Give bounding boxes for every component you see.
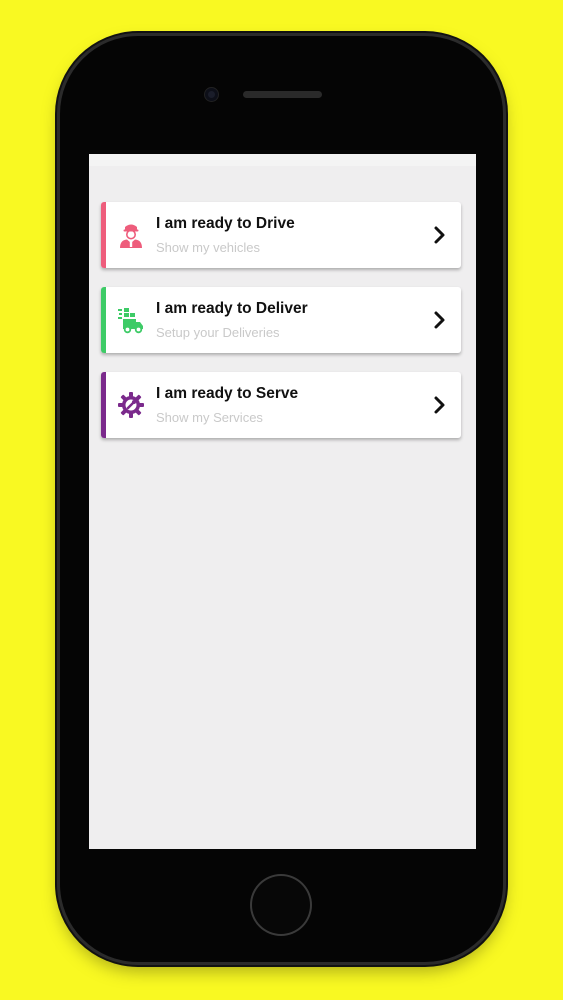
front-camera-icon: [205, 88, 218, 101]
option-title: I am ready to Drive: [156, 215, 295, 232]
option-serve-card[interactable]: I am ready to Serve Show my Services: [101, 372, 461, 438]
chevron-right-icon: [434, 311, 445, 329]
option-deliver-card[interactable]: I am ready to Deliver Setup your Deliver…: [101, 287, 461, 353]
top-bar: [89, 154, 476, 166]
chevron-right-icon: [434, 396, 445, 414]
option-title: I am ready to Deliver: [156, 300, 308, 317]
option-accent-bar: [101, 372, 106, 438]
driver-icon: [120, 224, 142, 248]
chevron-right-icon: [434, 226, 445, 244]
wrench-gear-icon: [118, 392, 144, 418]
option-accent-bar: [101, 202, 106, 268]
option-title: I am ready to Serve: [156, 385, 299, 402]
earpiece-speaker: [243, 91, 322, 98]
promo-background: I am ready to Drive Show my vehicles I a…: [0, 0, 563, 1000]
options-list: I am ready to Drive Show my vehicles I a…: [89, 166, 476, 849]
delivery-truck-icon: [118, 308, 143, 334]
option-drive-card[interactable]: I am ready to Drive Show my vehicles: [101, 202, 461, 268]
option-subtitle: Show my Services: [156, 410, 263, 425]
option-subtitle: Setup your Deliveries: [156, 325, 280, 340]
home-button[interactable]: [252, 876, 310, 934]
app-screen: I am ready to Drive Show my vehicles I a…: [89, 154, 476, 849]
option-accent-bar: [101, 287, 106, 353]
option-subtitle: Show my vehicles: [156, 240, 261, 255]
